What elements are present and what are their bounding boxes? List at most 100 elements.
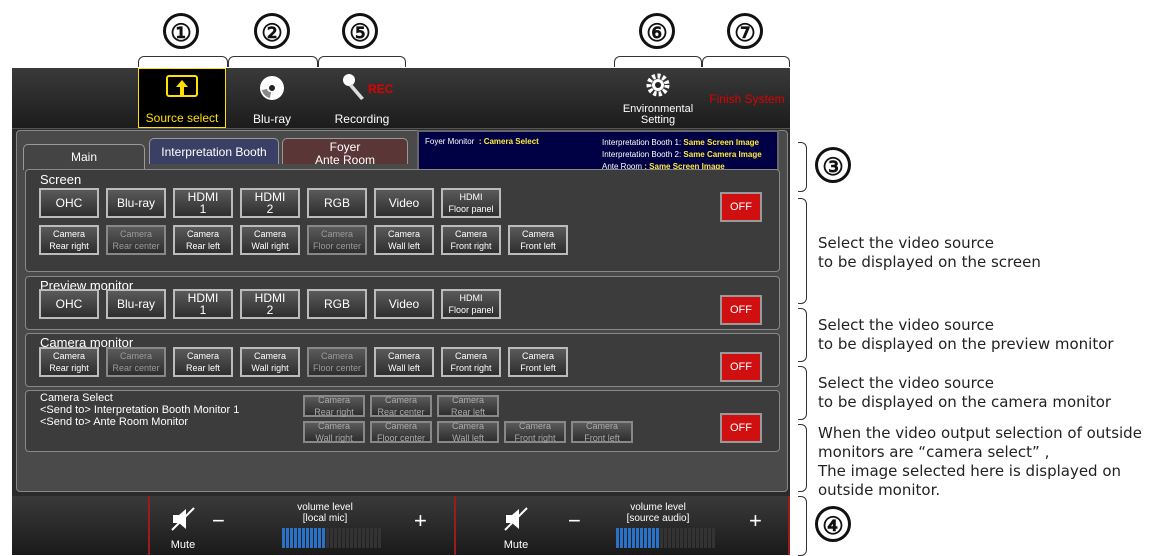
screen-hdmi-floor-panel-button[interactable]: HDMI Floor panel bbox=[441, 188, 501, 218]
meter-segment bbox=[700, 528, 703, 548]
camera-select-camera-wall-right-button[interactable]: Camera Wall right bbox=[303, 421, 365, 443]
preview-blu-ray-button[interactable]: Blu-ray bbox=[106, 289, 166, 319]
mute-button-right[interactable]: Mute bbox=[493, 500, 539, 554]
camera-select-camera-wall-left-button[interactable]: Camera Wall left bbox=[437, 421, 499, 443]
mute-label-left: Mute bbox=[170, 539, 196, 551]
preview-off-button[interactable]: OFF bbox=[720, 295, 762, 325]
meter-segment bbox=[648, 528, 651, 548]
volume-meter-left bbox=[282, 528, 381, 548]
annotation-camera-select: When the video output selection of outsi… bbox=[818, 424, 1142, 499]
meter-segment bbox=[652, 528, 655, 548]
finish-system-label: Finish System bbox=[709, 92, 785, 106]
camera-select-camera-rear-center-button[interactable]: Camera Rear center bbox=[370, 395, 432, 417]
volume-up-right[interactable]: + bbox=[749, 508, 762, 534]
screen-section: Screen OFF bbox=[25, 169, 780, 272]
volume-up-left[interactable]: + bbox=[414, 508, 427, 534]
camera-monitor-off-button[interactable]: OFF bbox=[720, 352, 762, 382]
volume-title-right: volume level [source audio] bbox=[626, 502, 690, 524]
environmental-setting-button[interactable]: Environmental Setting bbox=[614, 68, 702, 128]
camera-select-off-button[interactable]: OFF bbox=[720, 413, 762, 443]
volume-meter-right bbox=[616, 528, 715, 548]
brace-2 bbox=[228, 56, 318, 67]
screen-camera-front-left-button[interactable]: Camera Front left bbox=[508, 225, 568, 255]
meter-segment bbox=[322, 528, 325, 548]
tab-main[interactable]: Main bbox=[23, 144, 145, 170]
mute-button-left[interactable]: Mute bbox=[160, 500, 206, 554]
mute-speaker-icon bbox=[171, 507, 195, 531]
camera-select-camera-front-right-button[interactable]: Camera Front right bbox=[504, 421, 566, 443]
bluray-label: Blu-ray bbox=[252, 112, 291, 126]
bluray-button[interactable]: Blu-ray bbox=[228, 68, 316, 128]
finish-system-button[interactable]: Finish System bbox=[704, 68, 790, 128]
preview-video-button[interactable]: Video bbox=[374, 289, 434, 319]
screen-camera-wall-left-button[interactable]: Camera Wall left bbox=[374, 225, 434, 255]
screen-blu-ray-button[interactable]: Blu-ray bbox=[106, 188, 166, 218]
meter-segment bbox=[314, 528, 317, 548]
camera-monitor-camera-wall-right-button[interactable]: Camera Wall right bbox=[240, 347, 300, 377]
camera-monitor-camera-front-left-button[interactable]: Camera Front left bbox=[508, 347, 568, 377]
rec-badge: REC bbox=[368, 82, 394, 96]
recording-button[interactable]: REC Recording bbox=[318, 68, 406, 128]
callout-7: ⑦ bbox=[727, 13, 763, 49]
screen-hdmi-1-button[interactable]: HDMI 1 bbox=[173, 188, 233, 218]
meter-segment bbox=[656, 528, 659, 548]
source-select-label: Source select bbox=[145, 111, 219, 125]
preview-ohc-button[interactable]: OHC bbox=[39, 289, 99, 319]
meter-segment bbox=[704, 528, 707, 548]
tab-foyer-ante-room[interactable]: Foyer Ante Room bbox=[282, 138, 408, 167]
brace-4 bbox=[798, 496, 807, 556]
camera-select-camera-floor-center-button[interactable]: Camera Floor center bbox=[370, 421, 432, 443]
screen-camera-rear-right-button[interactable]: Camera Rear right bbox=[39, 225, 99, 255]
screen-camera-rear-left-button[interactable]: Camera Rear left bbox=[173, 225, 233, 255]
meter-segment bbox=[712, 528, 715, 548]
meter-segment bbox=[644, 528, 647, 548]
meter-segment bbox=[334, 528, 337, 548]
meter-segment bbox=[338, 528, 341, 548]
screen-off-button[interactable]: OFF bbox=[720, 192, 762, 222]
volume-down-left[interactable]: − bbox=[212, 508, 225, 534]
callout-3: ③ bbox=[815, 147, 851, 183]
volume-down-right[interactable]: − bbox=[568, 508, 581, 534]
meter-segment bbox=[692, 528, 695, 548]
camera-monitor-camera-rear-left-button[interactable]: Camera Rear left bbox=[173, 347, 233, 377]
brace-3 bbox=[798, 142, 807, 192]
screen-ohc-button[interactable]: OHC bbox=[39, 188, 99, 218]
brace-1 bbox=[138, 56, 228, 67]
screen-camera-rear-center-button[interactable]: Camera Rear center bbox=[106, 225, 166, 255]
camera-select-text: Camera Select <Send to> Interpretation B… bbox=[40, 392, 240, 428]
meter-segment bbox=[636, 528, 639, 548]
tab-interpretation-booth[interactable]: Interpretation Booth bbox=[149, 138, 279, 164]
screen-video-button[interactable]: Video bbox=[374, 188, 434, 218]
callout-6: ⑥ bbox=[639, 13, 675, 49]
foyer-monitor-status: Foyer Monitor : Camera Select bbox=[425, 137, 539, 146]
meter-segment bbox=[684, 528, 687, 548]
camera-select-camera-rear-right-button[interactable]: Camera Rear right bbox=[303, 395, 365, 417]
brace-cammon bbox=[798, 366, 807, 420]
meter-segment bbox=[374, 528, 377, 548]
screen-rgb-button[interactable]: RGB bbox=[307, 188, 367, 218]
camera-monitor-camera-floor-center-button[interactable]: Camera Floor center bbox=[307, 347, 367, 377]
preview-hdmi-1-button[interactable]: HDMI 1 bbox=[173, 289, 233, 319]
camera-select-camera-front-left-button[interactable]: Camera Front left bbox=[571, 421, 633, 443]
camera-monitor-camera-rear-right-button[interactable]: Camera Rear right bbox=[39, 347, 99, 377]
camera-monitor-camera-wall-left-button[interactable]: Camera Wall left bbox=[374, 347, 434, 377]
screen-camera-front-right-button[interactable]: Camera Front right bbox=[441, 225, 501, 255]
screen-camera-floor-center-button[interactable]: Camera Floor center bbox=[307, 225, 367, 255]
screen-hdmi-2-button[interactable]: HDMI 2 bbox=[240, 188, 300, 218]
meter-segment bbox=[354, 528, 357, 548]
brace-5 bbox=[318, 56, 406, 67]
annotation-screen: Select the video source to be displayed o… bbox=[818, 234, 1041, 271]
camera-monitor-camera-front-right-button[interactable]: Camera Front right bbox=[441, 347, 501, 377]
preview-rgb-button[interactable]: RGB bbox=[307, 289, 367, 319]
source-select-button[interactable]: Source select bbox=[138, 68, 226, 128]
meter-segment bbox=[318, 528, 321, 548]
screen-camera-wall-right-button[interactable]: Camera Wall right bbox=[240, 225, 300, 255]
meter-segment bbox=[346, 528, 349, 548]
camera-select-camera-rear-left-button[interactable]: Camera Rear left bbox=[437, 395, 499, 417]
brace-preview bbox=[798, 308, 807, 362]
camera-monitor-camera-rear-center-button[interactable]: Camera Rear center bbox=[106, 347, 166, 377]
meter-segment bbox=[286, 528, 289, 548]
preview-hdmi-floor-panel-button[interactable]: HDMI Floor panel bbox=[441, 289, 501, 319]
preview-hdmi-2-button[interactable]: HDMI 2 bbox=[240, 289, 300, 319]
microphone-icon bbox=[343, 74, 364, 100]
